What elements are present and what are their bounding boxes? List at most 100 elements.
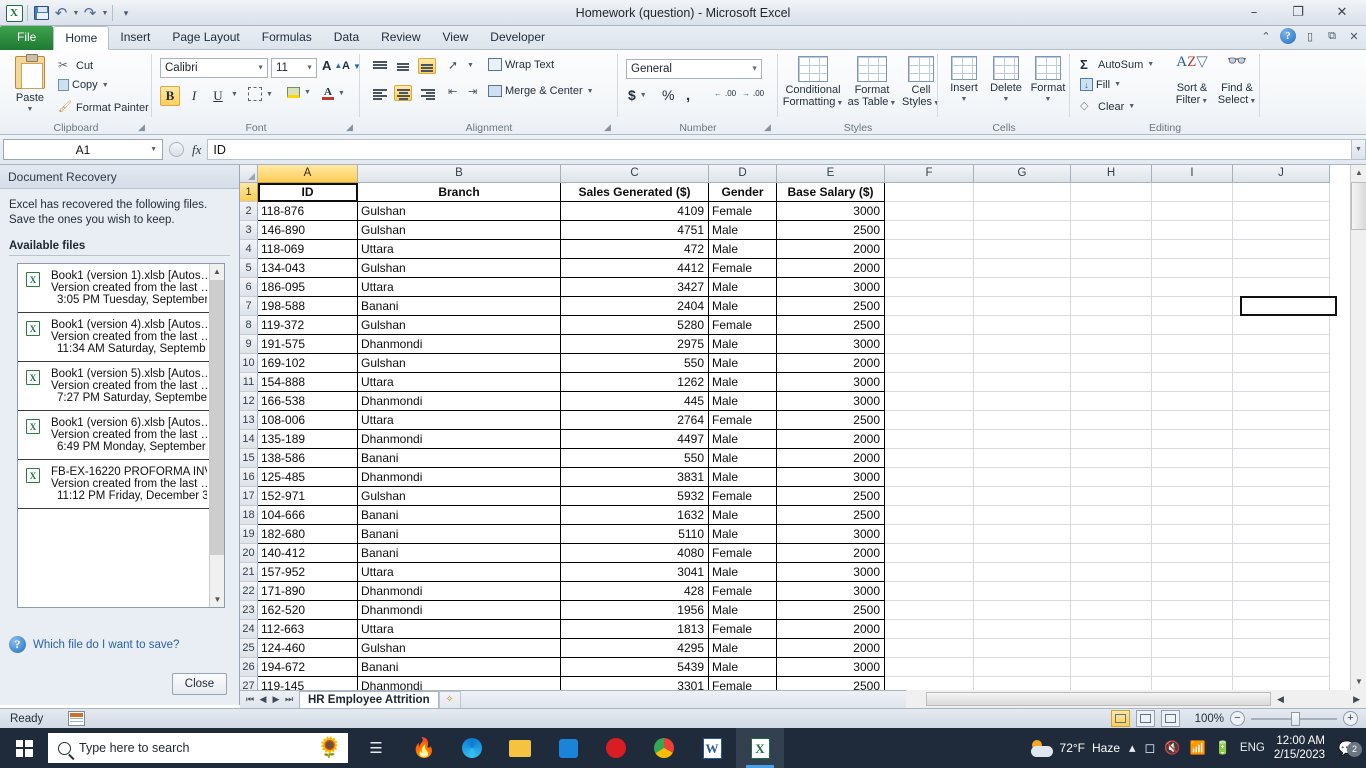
cell-c18[interactable]: 1632: [561, 506, 709, 525]
delete-cells-button[interactable]: Delete ▼: [986, 56, 1026, 106]
cell-h8[interactable]: [1071, 316, 1152, 335]
prev-sheet-icon[interactable]: ◀: [257, 694, 269, 705]
cell-e2[interactable]: 3000: [777, 202, 885, 221]
cell-g9[interactable]: [974, 335, 1071, 354]
cell-b15[interactable]: Banani: [358, 449, 561, 468]
cell-i21[interactable]: [1152, 563, 1233, 582]
cell-h15[interactable]: [1071, 449, 1152, 468]
cell-h24[interactable]: [1071, 620, 1152, 639]
normal-view-button[interactable]: [1111, 710, 1130, 727]
copy-button[interactable]: Copy ▼: [58, 79, 109, 91]
select-all-button[interactable]: [240, 165, 258, 183]
cell-f2[interactable]: [885, 202, 974, 221]
cell-styles-button[interactable]: Cell Styles▼: [900, 56, 942, 110]
language-indicator[interactable]: ENG: [1240, 742, 1265, 754]
name-box-chevron-down-icon[interactable]: ▼: [150, 140, 157, 160]
cell-g19[interactable]: [974, 525, 1071, 544]
recovery-list-scrollbar[interactable]: ▲ ▼: [209, 264, 224, 607]
cell-h2[interactable]: [1071, 202, 1152, 221]
cell-g13[interactable]: [974, 411, 1071, 430]
scroll-thumb[interactable]: [210, 280, 224, 555]
insert-function-icon[interactable]: fx: [192, 142, 201, 158]
cell-a15[interactable]: 138-586: [258, 449, 358, 468]
cell-j10[interactable]: [1233, 354, 1330, 373]
cell-g17[interactable]: [974, 487, 1071, 506]
cell-i19[interactable]: [1152, 525, 1233, 544]
cell-i4[interactable]: [1152, 240, 1233, 259]
align-top-button[interactable]: [370, 58, 388, 74]
formula-input[interactable]: ID: [207, 139, 1351, 160]
next-sheet-icon[interactable]: ▶: [270, 694, 282, 705]
cell-d8[interactable]: Female: [709, 316, 777, 335]
microsoft-store-icon[interactable]: [544, 728, 592, 768]
cell-g8[interactable]: [974, 316, 1071, 335]
cell-j23[interactable]: [1233, 601, 1330, 620]
cell-b10[interactable]: Gulshan: [358, 354, 561, 373]
orientation-button[interactable]: ➚ ▼: [448, 58, 474, 73]
cell-f21[interactable]: [885, 563, 974, 582]
cell-d13[interactable]: Female: [709, 411, 777, 430]
word-icon[interactable]: W: [688, 728, 736, 768]
number-format-chevron-down-icon[interactable]: ▼: [751, 60, 758, 79]
cell-e7[interactable]: 2500: [777, 297, 885, 316]
bold-button[interactable]: B: [160, 86, 180, 106]
cell-c5[interactable]: 4412: [561, 259, 709, 278]
cell-i22[interactable]: [1152, 582, 1233, 601]
cell-h22[interactable]: [1071, 582, 1152, 601]
cell-h23[interactable]: [1071, 601, 1152, 620]
cell-a16[interactable]: 125-485: [258, 468, 358, 487]
restore-button[interactable]: ❐: [1276, 0, 1320, 24]
cell-b13[interactable]: Uttara: [358, 411, 561, 430]
cell-i18[interactable]: [1152, 506, 1233, 525]
expand-formula-bar-icon[interactable]: ▼: [1351, 139, 1366, 160]
cell-e23[interactable]: 2500: [777, 601, 885, 620]
show-hidden-icons[interactable]: ▴: [1129, 740, 1136, 756]
which-file-to-save-link[interactable]: Which file do I want to save?: [33, 639, 179, 651]
column-header-h[interactable]: H: [1071, 165, 1152, 183]
cell-d24[interactable]: Female: [709, 620, 777, 639]
task-view-icon[interactable]: ☰: [352, 728, 400, 768]
tab-home[interactable]: Home: [53, 26, 110, 50]
cell-c26[interactable]: 5439: [561, 658, 709, 677]
cell-b24[interactable]: Uttara: [358, 620, 561, 639]
cell-a22[interactable]: 171-890: [258, 582, 358, 601]
cell-g15[interactable]: [974, 449, 1071, 468]
horizontal-scroll-thumb[interactable]: [926, 692, 1271, 706]
cell-d14[interactable]: Male: [709, 430, 777, 449]
cell-h7[interactable]: [1071, 297, 1152, 316]
cell-f18[interactable]: [885, 506, 974, 525]
font-color-button[interactable]: A ▼: [322, 87, 345, 100]
font-dialog-launcher[interactable]: ◢: [346, 122, 357, 133]
merge-center-button[interactable]: Merge & Center ▼: [488, 85, 594, 97]
cell-e13[interactable]: 2500: [777, 411, 885, 430]
insert-cells-button[interactable]: Insert ▼: [944, 56, 984, 106]
cell-e1[interactable]: Base Salary ($): [777, 183, 885, 202]
decrease-decimal-button[interactable]: → .00: [742, 89, 764, 98]
column-header-i[interactable]: I: [1152, 165, 1233, 183]
cell-j12[interactable]: [1233, 392, 1330, 411]
cell-a10[interactable]: 169-102: [258, 354, 358, 373]
currency-button[interactable]: $ ▼: [628, 87, 647, 103]
cell-a2[interactable]: 118-876: [258, 202, 358, 221]
cell-c6[interactable]: 3427: [561, 278, 709, 297]
cell-b22[interactable]: Dhanmondi: [358, 582, 561, 601]
cell-h11[interactable]: [1071, 373, 1152, 392]
cell-f4[interactable]: [885, 240, 974, 259]
cell-g16[interactable]: [974, 468, 1071, 487]
vertical-scroll-thumb[interactable]: [1351, 182, 1366, 230]
column-header-d[interactable]: D: [709, 165, 777, 183]
excel-taskbar-icon[interactable]: X: [736, 728, 784, 768]
percent-button[interactable]: %: [662, 87, 674, 103]
align-right-button[interactable]: [418, 85, 436, 101]
cell-b18[interactable]: Banani: [358, 506, 561, 525]
increase-decimal-button[interactable]: ← .00: [714, 89, 736, 98]
cell-b7[interactable]: Banani: [358, 297, 561, 316]
cell-b17[interactable]: Gulshan: [358, 487, 561, 506]
cell-g11[interactable]: [974, 373, 1071, 392]
cell-j2[interactable]: [1233, 202, 1330, 221]
cell-a26[interactable]: 194-672: [258, 658, 358, 677]
opera-icon[interactable]: [592, 728, 640, 768]
cell-g26[interactable]: [974, 658, 1071, 677]
notification-center-icon[interactable]: 💬 2: [1334, 740, 1362, 757]
cell-e10[interactable]: 2000: [777, 354, 885, 373]
